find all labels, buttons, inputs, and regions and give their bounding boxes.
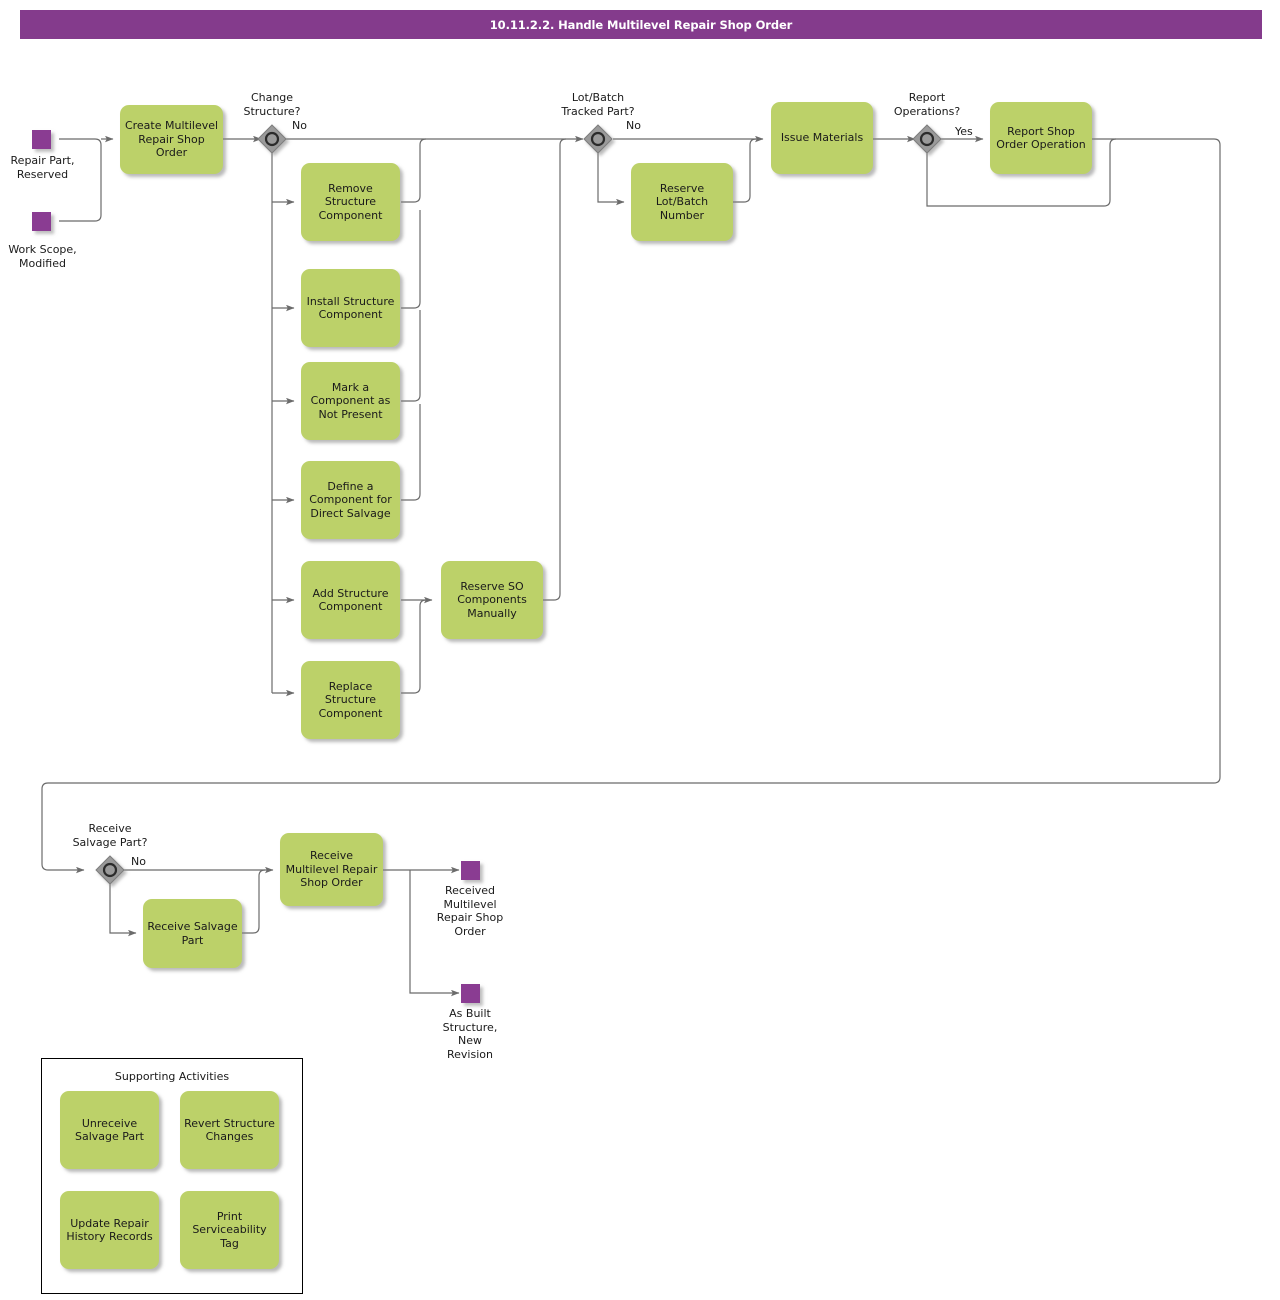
task-unreceive-salvage-part[interactable]: Unreceive Salvage Part <box>60 1091 159 1169</box>
task-create-multilevel-repair-shop-order[interactable]: Create Multilevel Repair Shop Order <box>120 105 223 174</box>
start-event-repair-part-reserved-label: Repair Part, Reserved <box>10 154 75 181</box>
start-event-work-scope-modified-label: Work Scope, Modified <box>8 243 77 270</box>
task-receive-multilevel-repair-shop-order[interactable]: Receive Multilevel Repair Shop Order <box>280 833 383 906</box>
end-event-received-multilevel-repair-shop-order-label: Received Multilevel Repair Shop Order <box>436 884 504 938</box>
task-report-shop-order-operation[interactable]: Report Shop Order Operation <box>990 102 1092 174</box>
task-receive-salvage-part[interactable]: Receive Salvage Part <box>143 899 242 968</box>
gateway-receive-salvage-label: Receive Salvage Part? <box>72 822 148 849</box>
gateway-change-structure-label: Change Structure? <box>243 91 301 118</box>
end-event-as-built-structure-new-revision[interactable] <box>461 984 480 1003</box>
gateway-lot-batch-branch-label: No <box>626 119 641 132</box>
task-mark-a-component-as-not-present[interactable]: Mark a Component as Not Present <box>301 362 400 440</box>
supporting-activities-title: Supporting Activities <box>114 1070 230 1083</box>
task-revert-structure-changes[interactable]: Revert Structure Changes <box>180 1091 279 1169</box>
start-event-work-scope-modified[interactable] <box>32 212 51 231</box>
task-issue-materials[interactable]: Issue Materials <box>771 102 873 174</box>
task-print-serviceability-tag[interactable]: Print Serviceability Tag <box>180 1191 279 1269</box>
task-reserve-lot-batch-number[interactable]: Reserve Lot/Batch Number <box>631 163 733 241</box>
gateway-shapes <box>95 124 942 885</box>
gateway-report-operations-label: Report Operations? <box>893 91 961 118</box>
task-reserve-so-components-manually[interactable]: Reserve SO Components Manually <box>441 561 543 639</box>
start-event-repair-part-reserved[interactable] <box>32 130 51 149</box>
task-remove-structure-component[interactable]: Remove Structure Component <box>301 163 400 241</box>
task-define-a-component-for-direct-salvage[interactable]: Define a Component for Direct Salvage <box>301 461 400 539</box>
gateway-change-structure-branch-label: No <box>292 119 307 132</box>
task-replace-structure-component[interactable]: Replace Structure Component <box>301 661 400 739</box>
task-update-repair-history-records[interactable]: Update Repair History Records <box>60 1191 159 1269</box>
end-event-as-built-structure-new-revision-label: As Built Structure, New Revision <box>442 1007 498 1061</box>
gateway-report-operations-branch-label: Yes <box>955 125 973 138</box>
end-event-received-multilevel-repair-shop-order[interactable] <box>461 861 480 880</box>
gateway-receive-salvage-branch-label: No <box>131 855 146 868</box>
task-add-structure-component[interactable]: Add Structure Component <box>301 561 400 639</box>
gateway-lot-batch-label: Lot/Batch Tracked Part? <box>561 91 635 118</box>
task-install-structure-component[interactable]: Install Structure Component <box>301 269 400 347</box>
diagram-canvas: 10.11.2.2. Handle Multilevel Repair Shop… <box>0 0 1280 1300</box>
